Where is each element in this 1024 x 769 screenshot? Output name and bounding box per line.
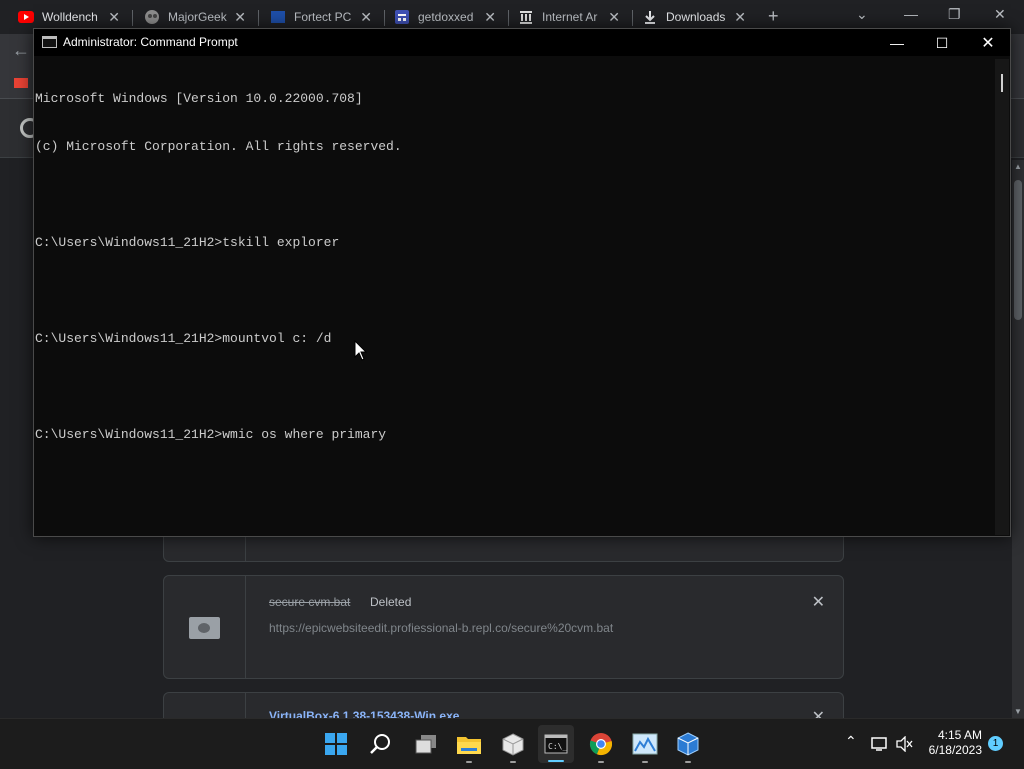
chrome-icon	[589, 733, 613, 756]
download-icon	[642, 9, 658, 25]
console-line: Microsoft Windows [Version 10.0.22000.70…	[35, 91, 363, 106]
tab-label: Downloads	[666, 10, 726, 24]
cmd-titlebar[interactable]: Administrator: Command Prompt — ☐ ✕	[34, 29, 1010, 56]
scroll-down-icon[interactable]: ▼	[1014, 707, 1022, 716]
tab-label: Fortect PC	[294, 10, 352, 24]
tab-youtube[interactable]: Wolldench ✕	[18, 4, 126, 30]
running-indicator	[642, 761, 648, 763]
system-clock[interactable]: 4:15 AM 6/18/2023	[920, 728, 982, 758]
minimize-icon[interactable]: —	[904, 6, 918, 22]
scrollbar-thumb[interactable]	[1001, 74, 1003, 92]
close-button[interactable]: ✕	[968, 32, 1008, 54]
windows-logo-icon	[325, 733, 347, 755]
search-button[interactable]	[366, 730, 394, 758]
tab-separator	[632, 10, 633, 26]
tab-search-icon[interactable]: ⌄	[856, 6, 868, 23]
running-indicator	[510, 761, 516, 763]
console-input-line[interactable]: C:\Users\Windows11_21H2>wmic os where pr…	[35, 427, 995, 443]
image-app-button[interactable]	[631, 730, 659, 763]
chevron-up-icon[interactable]: ⌃	[845, 733, 857, 750]
tab-label: Wolldench	[42, 10, 98, 24]
fortect-icon	[270, 9, 286, 25]
restore-icon[interactable]: ❐	[948, 6, 961, 23]
package-icon	[502, 733, 524, 756]
task-view-button[interactable]	[412, 730, 440, 758]
terminal-icon	[42, 36, 57, 48]
scroll-up-icon[interactable]: ▲	[1014, 162, 1022, 171]
cmd-scrollbar[interactable]	[995, 59, 1009, 535]
tab-label: MajorGeek	[168, 10, 227, 24]
download-status: Deleted	[370, 595, 412, 609]
tab-getdoxxed[interactable]: getdoxxed ✕	[394, 4, 502, 30]
close-icon[interactable]: ✕	[108, 9, 120, 26]
app-cube-button[interactable]	[499, 730, 527, 763]
getdoxxed-icon	[394, 9, 410, 25]
cmd-console-output[interactable]: Microsoft Windows [Version 10.0.22000.70…	[35, 59, 995, 531]
download-filename: secure cvm.bat	[269, 595, 351, 609]
image-icon	[632, 733, 658, 755]
download-item: secure cvm.bat Deleted https://epicwebsi…	[163, 575, 844, 679]
youtube-icon	[18, 9, 34, 25]
tab-separator	[258, 10, 259, 26]
taskbar: C:\_ ⌃	[0, 718, 1024, 769]
terminal-icon: C:\_	[544, 734, 568, 754]
chrome-button[interactable]	[587, 730, 615, 763]
close-icon[interactable]: ✕	[234, 9, 246, 26]
download-icon-column	[164, 576, 246, 678]
search-icon	[370, 734, 390, 754]
tab-fortect[interactable]: Fortect PC ✕	[270, 4, 378, 30]
page-scrollbar[interactable]: ▲ ▼	[1012, 160, 1024, 718]
clock-date: 6/18/2023	[928, 743, 982, 757]
maximize-button[interactable]: ☐	[922, 32, 962, 54]
virtualbox-button[interactable]	[674, 730, 702, 763]
close-icon[interactable]: ✕	[994, 6, 1006, 23]
tab-internet-archive[interactable]: Internet Ar ✕	[518, 4, 626, 30]
clock-time: 4:15 AM	[937, 728, 982, 742]
cmd-window-title: Administrator: Command Prompt	[63, 35, 238, 49]
new-tab-button[interactable]: +	[768, 6, 779, 27]
close-icon[interactable]: ✕	[734, 9, 746, 26]
scrollbar-thumb[interactable]	[1014, 180, 1022, 320]
internet-archive-icon	[518, 9, 534, 25]
close-icon[interactable]: ✕	[484, 9, 496, 26]
notification-badge[interactable]: 1	[988, 736, 1003, 751]
network-icon[interactable]	[871, 736, 889, 757]
close-icon[interactable]: ✕	[360, 9, 372, 26]
command-prompt-button[interactable]: C:\_	[538, 725, 574, 763]
running-indicator	[466, 761, 472, 763]
tab-separator	[384, 10, 385, 26]
gmail-icon[interactable]	[14, 78, 28, 88]
tab-downloads[interactable]: Downloads ✕	[642, 4, 752, 30]
command-prompt-window[interactable]: Administrator: Command Prompt — ☐ ✕ Micr…	[33, 28, 1011, 537]
tab-majorgeeks[interactable]: MajorGeek ✕	[144, 4, 252, 30]
console-line: C:\Users\Windows11_21H2>tskill explorer	[35, 235, 340, 250]
majorgeeks-icon	[144, 9, 160, 25]
volume-muted-icon[interactable]	[896, 735, 914, 757]
batch-file-icon	[189, 617, 220, 639]
running-indicator	[685, 761, 691, 763]
close-icon[interactable]: ✕	[608, 9, 620, 26]
console-line: (c) Microsoft Corporation. All rights re…	[35, 139, 402, 154]
active-indicator	[548, 760, 564, 762]
start-button[interactable]	[322, 730, 350, 758]
running-indicator	[598, 761, 604, 763]
tab-separator	[508, 10, 509, 26]
virtualbox-icon	[677, 732, 699, 756]
download-url[interactable]: https://epicwebsiteedit.profiessional-b.…	[269, 621, 613, 635]
folder-icon	[457, 737, 481, 754]
file-explorer-button[interactable]	[455, 730, 483, 763]
tab-label: Internet Ar	[542, 10, 598, 24]
task-view-icon	[415, 735, 436, 754]
minimize-button[interactable]: —	[877, 32, 917, 54]
tab-separator	[132, 10, 133, 26]
tab-label: getdoxxed	[418, 10, 474, 24]
remove-download-button[interactable]: ✕	[812, 592, 825, 612]
svg-text:C:\_: C:\_	[548, 742, 567, 751]
console-line: C:\Users\Windows11_21H2>mountvol c: /d	[35, 331, 332, 346]
back-arrow-icon[interactable]: ←	[12, 40, 30, 61]
